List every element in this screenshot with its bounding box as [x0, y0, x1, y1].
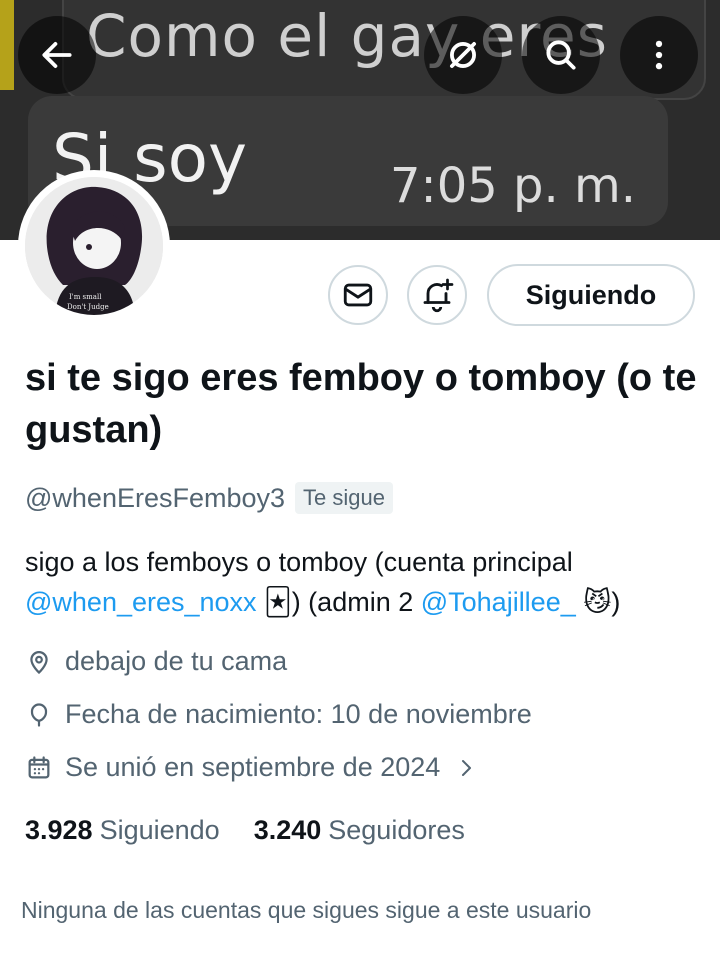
- follow-stats: 3.928 Siguiendo 3.240 Seguidores: [25, 815, 465, 846]
- avatar[interactable]: I'm small Don't Judge: [18, 170, 170, 322]
- banner-strip: [0, 0, 14, 90]
- avatar-image: I'm small Don't Judge: [25, 177, 163, 315]
- search-icon: [546, 40, 576, 70]
- followers-stat[interactable]: 3.240 Seguidores: [254, 815, 465, 846]
- arrow-left-icon: [42, 42, 72, 68]
- joined-row[interactable]: Se unió en septiembre de 2024: [25, 752, 478, 783]
- display-name: si te sigo eres femboy o tomboy (o te gu…: [25, 357, 697, 451]
- calendar-icon: [28, 755, 50, 778]
- bio-mention-link[interactable]: @Tohajillee_: [421, 587, 576, 617]
- joined-text: Se unió en septiembre de 2024: [65, 752, 441, 782]
- envelope-icon: [343, 283, 373, 307]
- mutual-followers-note: Ninguna de las cuentas que sigues sigue …: [21, 897, 592, 923]
- bell-plus-icon: [423, 278, 454, 313]
- balloon-icon: [30, 702, 48, 727]
- following-stat[interactable]: 3.928 Siguiendo: [25, 815, 220, 846]
- message-button[interactable]: [328, 265, 388, 325]
- shirt-text: I'm small: [69, 293, 102, 301]
- following-button[interactable]: Siguiendo: [487, 264, 695, 326]
- following-count: 3.928: [25, 815, 93, 845]
- location-row: debajo de tu cama: [25, 646, 287, 677]
- svg-text:Don't Judge: Don't Judge: [67, 303, 109, 311]
- cat-emoji: 😼: [583, 587, 612, 617]
- location-text: debajo de tu cama: [65, 646, 288, 676]
- location-pin-icon: [30, 650, 48, 674]
- more-button[interactable]: [620, 16, 698, 94]
- profile-bio: sigo a los femboys o tomboy (cuenta prin…: [25, 542, 715, 622]
- banner-time: 7:05 p. m.: [390, 158, 637, 214]
- follows-you-badge: Te sigue: [295, 482, 393, 514]
- joker-emoji: 🃏: [264, 587, 292, 617]
- birthday-text: Fecha de nacimiento: 10 de noviembre: [65, 699, 532, 729]
- handle-row: @whenEresFemboy3 Te sigue: [25, 482, 393, 514]
- notifications-button[interactable]: [407, 265, 467, 325]
- birthday-row: Fecha de nacimiento: 10 de noviembre: [25, 699, 532, 730]
- bio-text: ) (admin 2: [291, 587, 421, 617]
- back-button[interactable]: [18, 16, 96, 94]
- mute-button[interactable]: [424, 16, 502, 94]
- followers-label: Seguidores: [328, 815, 465, 845]
- more-vertical-icon: [655, 40, 663, 70]
- username-handle: @whenEresFemboy3: [25, 482, 286, 513]
- bio-text: sigo a los femboys o tomboy (cuenta prin…: [25, 547, 573, 577]
- bio-text: ): [611, 587, 621, 617]
- search-button[interactable]: [522, 16, 600, 94]
- following-label: Siguiendo: [99, 815, 220, 845]
- slashed-circle-icon: [450, 42, 476, 68]
- followers-count: 3.240: [253, 815, 322, 845]
- avatar-illustration: I'm small Don't Judge: [25, 177, 163, 315]
- chevron-right-icon: [462, 759, 472, 776]
- bio-mention-link[interactable]: @when_eres_noxx: [25, 587, 257, 617]
